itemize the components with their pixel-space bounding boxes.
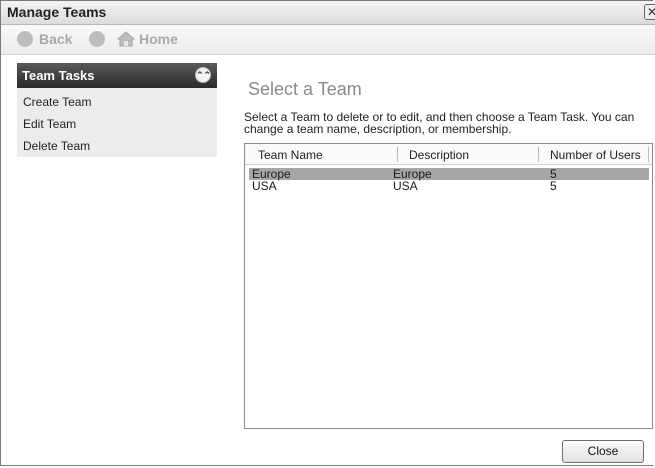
column-header-team-name[interactable]: Team Name xyxy=(258,148,323,162)
title-bar: Manage Teams ✕ xyxy=(1,1,655,25)
sidebar-item-create-team[interactable]: Create Team xyxy=(23,95,91,109)
table-row[interactable]: Europe Europe 5 xyxy=(249,168,649,180)
column-divider[interactable] xyxy=(648,147,649,162)
team-tasks-title: Team Tasks xyxy=(22,68,95,83)
column-divider[interactable] xyxy=(538,147,539,162)
team-name-cell: USA xyxy=(252,179,277,193)
column-header-number-of-users[interactable]: Number of Users xyxy=(550,148,641,162)
close-button[interactable]: Close xyxy=(562,440,644,463)
column-divider[interactable] xyxy=(397,147,398,162)
page-title: Select a Team xyxy=(248,79,362,99)
back-label: Back xyxy=(39,31,73,47)
column-header-description[interactable]: Description xyxy=(409,148,469,162)
home-button[interactable]: Home xyxy=(117,31,178,47)
instructions-text: Select a Team to delete or to edit, and … xyxy=(244,110,635,136)
team-tasks-panel: Team Tasks ⌃⌃ Create Team Edit Team Dele… xyxy=(17,63,217,157)
users-count-cell: 5 xyxy=(550,179,557,193)
team-tasks-header[interactable]: Team Tasks ⌃⌃ xyxy=(17,63,217,88)
collapse-chevron-icon[interactable]: ⌃⌃ xyxy=(195,67,211,83)
list-header: Team Name Description Number of Users xyxy=(245,144,652,165)
navigation-bar: Back Home xyxy=(1,25,655,55)
window-title: Manage Teams xyxy=(7,4,107,20)
home-label: Home xyxy=(139,31,178,47)
back-button[interactable]: Back xyxy=(17,31,72,47)
sidebar-item-edit-team[interactable]: Edit Team xyxy=(23,117,76,131)
manage-teams-window: Manage Teams ✕ Back Home Team Tasks ⌃⌃ C… xyxy=(0,0,655,466)
home-icon xyxy=(117,31,139,47)
forward-arrow-icon xyxy=(89,31,105,47)
window-close-icon[interactable]: ✕ xyxy=(644,4,655,20)
description-cell: USA xyxy=(393,179,418,193)
back-arrow-icon xyxy=(17,31,33,47)
sidebar-item-delete-team[interactable]: Delete Team xyxy=(23,139,90,153)
forward-button[interactable] xyxy=(89,31,111,47)
teams-list[interactable]: Team Name Description Number of Users Eu… xyxy=(244,143,653,429)
table-row[interactable]: USA USA 5 xyxy=(249,180,649,192)
